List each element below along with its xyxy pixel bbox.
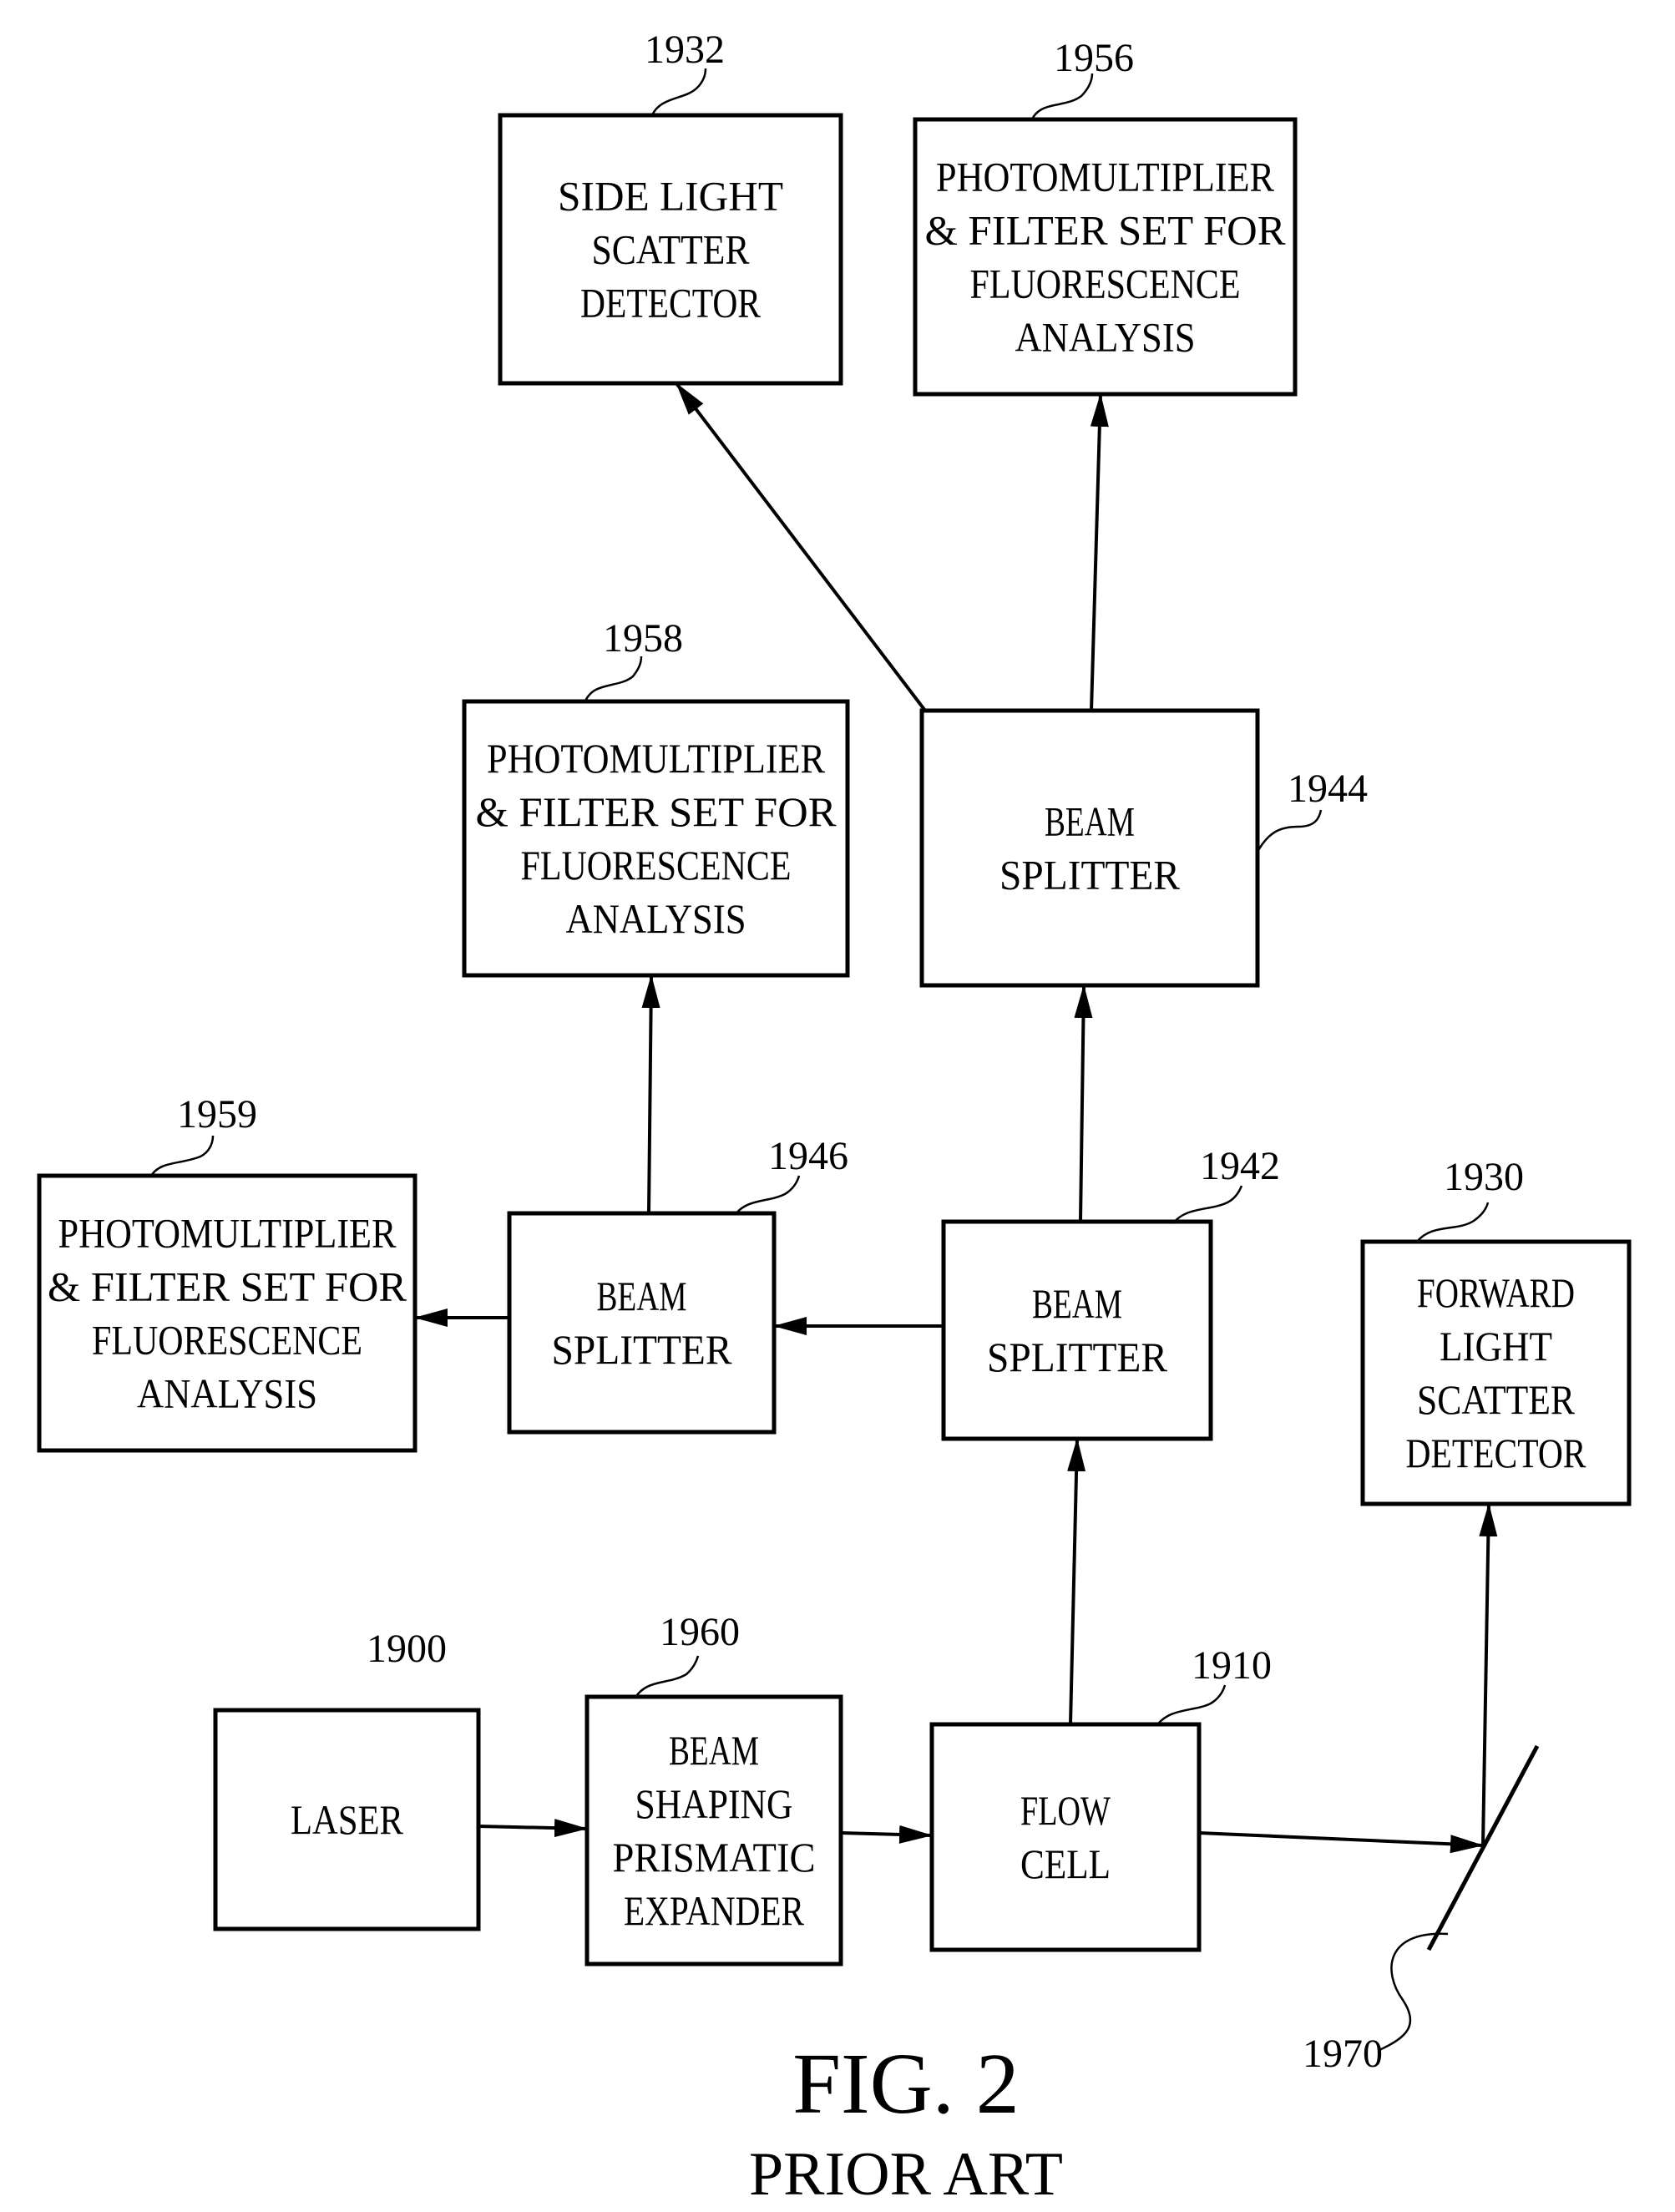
block-1910-label-line: CELL <box>1020 1840 1111 1887</box>
block-1958-ref-label: 1958 <box>603 616 683 661</box>
block-1932-ref-label: 1932 <box>645 28 725 72</box>
block-1956-label-line: FLUORESCENCE <box>970 261 1241 307</box>
block-1960-label-line: EXPANDER <box>624 1887 805 1934</box>
block-1944-box <box>919 708 1260 988</box>
block-1930-label-line: SCATTER <box>1417 1376 1576 1423</box>
block-1942-label-line: BEAM <box>1032 1280 1122 1327</box>
figure-subtitle: PRIOR ART <box>749 2140 1063 2209</box>
block-1959-label-line: ANALYSIS <box>137 1370 317 1417</box>
block-1956-leader <box>1030 73 1094 122</box>
block-1944-leader <box>1256 809 1323 853</box>
block-1910-ref-label: 1910 <box>1192 1643 1272 1688</box>
block-1932-label-line: SIDE LIGHT <box>558 173 783 220</box>
connections <box>414 382 1498 1854</box>
block-1930-ref-label: 1930 <box>1444 1155 1524 1199</box>
block-1958-label-line: ANALYSIS <box>566 895 746 942</box>
block-1959: PHOTOMULTIPLIER & FILTER SET FOR FLUORESCE… <box>37 1092 417 1453</box>
block-1942-label-line: SPLITTER <box>987 1334 1168 1380</box>
block-1944-ref-label: 1944 <box>1288 767 1368 811</box>
blocks: LASER 1900 BEAM SHAPING PRISMATIC EXPANDER 196… <box>37 28 1632 1967</box>
arrow-1910-to-1942 <box>1067 1438 1086 1725</box>
block-1959-label-line: PHOTOMULTIPLIER <box>58 1210 397 1257</box>
block-1958: PHOTOMULTIPLIER & FILTER SET FOR FLUORESCE… <box>462 616 850 978</box>
block-1930-label-line: FORWARD <box>1417 1269 1575 1316</box>
arrow-1900-to-1960 <box>478 1819 588 1838</box>
figure-title: FIG. 2 <box>792 2036 1020 2132</box>
block-1959-leader <box>149 1135 215 1178</box>
block-1910: FLOW CELL 1910 <box>929 1643 1272 1952</box>
block-1959-label-line: FLUORESCENCE <box>92 1317 362 1364</box>
block-1910-leader <box>1155 1684 1227 1727</box>
arrow-1944-to-1932 <box>675 382 927 712</box>
block-1958-label-line: & FILTER SET FOR <box>476 788 838 835</box>
mirror-ref-label: 1970 <box>1303 2032 1383 2076</box>
block-1932-label-line: SCATTER <box>592 226 751 273</box>
block-1960-leader <box>633 1655 700 1699</box>
block-1900-ref-label: 1900 <box>367 1627 447 1671</box>
block-1942-box <box>941 1219 1213 1441</box>
arrow-1970-to-1930 <box>1479 1503 1498 1846</box>
diagram-canvas: LASER 1900 BEAM SHAPING PRISMATIC EXPANDER 196… <box>37 28 1632 2209</box>
block-1930: FORWARD LIGHT SCATTER DETECTOR 1930 <box>1360 1155 1632 1506</box>
block-1932-leader <box>650 68 707 118</box>
block-1942-ref-label: 1942 <box>1200 1144 1280 1188</box>
block-1956-label-line: ANALYSIS <box>1015 314 1196 361</box>
block-1959-ref-label: 1959 <box>177 1092 257 1136</box>
block-1960: BEAM SHAPING PRISMATIC EXPANDER 1960 <box>584 1610 843 1967</box>
block-1930-label-line: LIGHT <box>1440 1323 1552 1369</box>
block-1959-label-line: & FILTER SET FOR <box>48 1263 407 1310</box>
block-1946: BEAM SPLITTER 1946 <box>507 1134 848 1435</box>
block-1958-label-line: PHOTOMULTIPLIER <box>487 735 826 782</box>
block-1932-label-line: DETECTOR <box>580 280 762 326</box>
block-1930-leader <box>1416 1202 1490 1243</box>
block-1958-leader <box>583 656 643 704</box>
block-1910-label-line: FLOW <box>1020 1787 1111 1834</box>
mirror-leader <box>1379 1932 1449 2052</box>
block-1960-label-line: PRISMATIC <box>613 1834 816 1880</box>
block-1900: LASER 1900 <box>213 1627 481 1931</box>
arrow-1942-to-1944 <box>1074 985 1093 1222</box>
arrow-1910-to-1970 <box>1198 1831 1484 1854</box>
block-1946-label-line: BEAM <box>597 1273 687 1319</box>
block-1960-label-line: SHAPING <box>635 1780 793 1827</box>
block-1946-leader <box>734 1175 801 1216</box>
block-1946-label-line: SPLITTER <box>552 1326 733 1373</box>
block-1900-label-line: LASER <box>291 1796 404 1843</box>
arrow-1960-to-1910 <box>840 1825 933 1844</box>
block-1956: PHOTOMULTIPLIER & FILTER SET FOR FLUORESCE… <box>913 36 1298 397</box>
block-1960-label-line: BEAM <box>669 1727 759 1774</box>
block-1946-box <box>507 1211 777 1435</box>
block-1960-ref-label: 1960 <box>660 1610 740 1654</box>
block-1956-label-line: PHOTOMULTIPLIER <box>936 154 1275 200</box>
block-1944-label-line: SPLITTER <box>999 852 1181 898</box>
arrow-1944-to-1956 <box>1090 393 1109 711</box>
block-1942-leader <box>1172 1185 1243 1224</box>
block-1946-ref-label: 1946 <box>768 1134 848 1178</box>
arrow-1946-to-1958 <box>641 974 660 1214</box>
block-1958-label-line: FLUORESCENCE <box>521 842 792 888</box>
block-1944: BEAM SPLITTER 1944 <box>919 708 1368 988</box>
block-1942: BEAM SPLITTER 1942 <box>941 1144 1280 1441</box>
block-1932: SIDE LIGHT SCATTER DETECTOR 1932 <box>498 28 843 386</box>
block-1956-ref-label: 1956 <box>1054 36 1134 80</box>
block-1910-box <box>929 1722 1202 1952</box>
block-1956-label-line: & FILTER SET FOR <box>925 207 1287 254</box>
block-1944-label-line: BEAM <box>1045 798 1135 845</box>
mirror-1970: 1970 <box>1303 1744 1540 2076</box>
block-1930-label-line: DETECTOR <box>1406 1430 1587 1476</box>
